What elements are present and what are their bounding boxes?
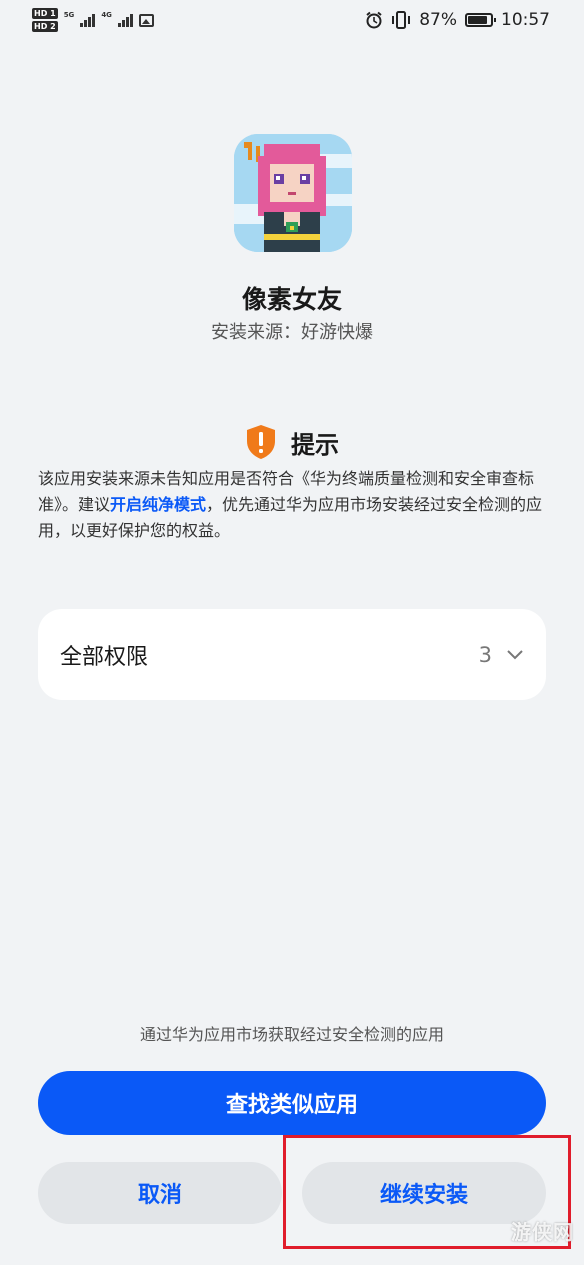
signal1-icon xyxy=(80,13,96,27)
find-similar-apps-button[interactable]: 查找类似应用 xyxy=(38,1071,546,1135)
all-permissions-row[interactable]: 全部权限 3 xyxy=(38,609,546,700)
network1-type: 5G xyxy=(63,11,75,19)
alarm-icon xyxy=(366,11,382,29)
sim1-badge: HD 1 xyxy=(32,8,58,19)
market-hint: 通过华为应用市场获取经过安全检测的应用 xyxy=(139,1025,444,1044)
clock: 10:57 xyxy=(501,10,550,30)
network2-type: 4G xyxy=(101,11,112,19)
status-bar: HD 1 HD 2 5G 4G 87% 10:57 xyxy=(0,0,584,44)
app-icon xyxy=(234,134,352,252)
watermark: 游侠网 xyxy=(511,1220,574,1244)
chevron-down-icon xyxy=(507,649,523,659)
sim-badges: HD 1 HD 2 xyxy=(32,8,58,32)
vibrate-icon xyxy=(392,11,411,29)
pixel-girl-icon xyxy=(234,134,352,252)
permissions-count: 3 xyxy=(478,642,492,667)
permissions-label: 全部权限 xyxy=(60,644,149,670)
notice-text: 该应用安装来源未告知应用是否符合《华为终端质量检测和安全审查标准》。建议开启纯净… xyxy=(38,466,550,544)
install-source: 安装来源：好游快爆 xyxy=(211,322,373,343)
battery-percent: 87% xyxy=(419,10,457,30)
sim2-badge: HD 2 xyxy=(32,21,58,32)
notice-header: 提示 xyxy=(0,424,584,460)
cancel-button[interactable]: 取消 xyxy=(38,1162,282,1224)
permissions-summary: 3 xyxy=(479,643,524,667)
shield-warning-icon xyxy=(247,425,275,459)
battery-icon xyxy=(465,13,496,27)
notice-title: 提示 xyxy=(291,430,339,459)
image-notification-icon xyxy=(138,13,154,27)
status-left: HD 1 HD 2 5G 4G xyxy=(32,8,154,32)
signal2-icon xyxy=(117,13,133,27)
enable-pure-mode-link[interactable]: 开启纯净模式 xyxy=(110,495,206,514)
app-name: 像素女友 xyxy=(241,285,342,314)
status-right: 87% 10:57 xyxy=(365,10,550,30)
